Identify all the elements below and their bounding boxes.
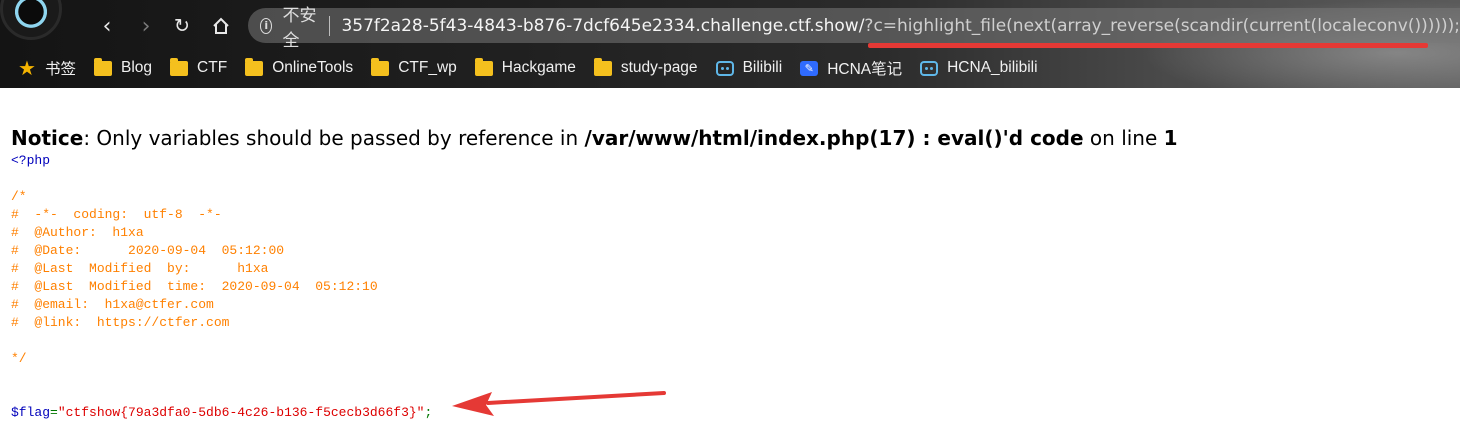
- bookmark-label: HCNA_bilibili: [947, 59, 1038, 76]
- url-query-underline-annotation: [868, 43, 1428, 48]
- bookmark-ctf[interactable]: CTF: [170, 57, 228, 77]
- notice-line-number: 1: [1163, 126, 1178, 150]
- bookmark-label: study-page: [620, 59, 698, 76]
- statement-terminator: ;: [424, 405, 433, 420]
- bookmark-blog[interactable]: Blog: [94, 57, 153, 77]
- bookmark-hackgame[interactable]: Hackgame: [474, 57, 576, 77]
- notice-message: : Only variables should be passed by ref…: [83, 126, 585, 150]
- source-comment-line: # @Date: 2020-09-04 05:12:00: [11, 243, 285, 258]
- folder-icon: [94, 57, 113, 76]
- folder-icon: [245, 57, 264, 76]
- folder-icon: [170, 57, 189, 76]
- php-notice: Notice: Only variables should be passed …: [11, 124, 1451, 152]
- bookmark-bilibili[interactable]: Bilibili: [715, 59, 783, 77]
- source-comment-line: # @Last Modified time: 2020-09-04 05:12:…: [11, 279, 378, 294]
- bookmark-label: 书签: [45, 61, 77, 78]
- source-comment-line: /*: [11, 189, 27, 204]
- bookmark-label: CTF_wp: [398, 59, 457, 76]
- url-query[interactable]: ?c=highlight_file(next(array_reverse(sca…: [864, 16, 1460, 36]
- folder-icon: [593, 57, 612, 76]
- bilibili-icon: [920, 60, 939, 76]
- folder-icon: [371, 57, 390, 76]
- forward-arrow-icon: ›: [141, 13, 151, 39]
- forward-button[interactable]: ›: [131, 11, 161, 41]
- notice-path: /var/www/html/index.php(17) : eval()'d c…: [584, 126, 1084, 150]
- reload-button[interactable]: ↻: [167, 11, 197, 41]
- bookmark-label: HCNA笔记: [827, 61, 903, 78]
- address-separator: [328, 15, 330, 36]
- folder-icon: [474, 57, 493, 76]
- highlighted-source: <?php /* # -*- coding: utf-8 -*- # @Auth…: [11, 152, 1451, 422]
- php-open-tag: <?php: [11, 153, 51, 168]
- bookmark-label: Bilibili: [742, 59, 783, 76]
- back-button[interactable]: ‹: [92, 11, 122, 41]
- flag-value: "ctfshow{79a3dfa0-5db6-4c26-b136-f5cecb3…: [57, 405, 425, 420]
- bookmark-onlinetools[interactable]: OnlineTools: [245, 57, 354, 77]
- bookmark-label: Blog: [121, 59, 153, 76]
- bookmark-bookmarks[interactable]: ★ 书签: [18, 57, 76, 79]
- browser-chrome: ‹ › ↻ i 不安全 357f2a28-5f43-4843-b876-7dcf…: [0, 0, 1460, 88]
- flag-variable: $flag: [11, 405, 51, 420]
- note-icon: ✎: [800, 60, 819, 76]
- page-content: Notice: Only variables should be passed …: [11, 124, 1451, 422]
- bookmark-hcna-bilibili[interactable]: HCNA_bilibili: [920, 59, 1038, 77]
- bookmarks-bar: ★ 书签 Blog CTF OnlineTools CTF_wp Hackgam…: [0, 53, 1460, 83]
- back-arrow-icon: ‹: [102, 13, 112, 39]
- security-label[interactable]: 不安全: [282, 1, 320, 51]
- bookmark-study-page[interactable]: study-page: [593, 57, 698, 77]
- bookmark-label: OnlineTools: [272, 59, 354, 76]
- assign-operator: =: [50, 405, 58, 420]
- bookmark-label: Hackgame: [501, 59, 576, 76]
- source-comment-line: # @link: https://ctfer.com: [11, 315, 230, 330]
- notice-line-text: on line: [1083, 126, 1164, 150]
- bookmark-label: CTF: [197, 59, 228, 76]
- source-comment-line: */: [11, 351, 27, 366]
- home-button[interactable]: [206, 11, 236, 41]
- site-info-icon[interactable]: i: [260, 17, 273, 34]
- source-comment-line: # @email: h1xa@ctfer.com: [11, 297, 214, 312]
- star-icon: ★: [18, 55, 36, 80]
- source-comment-line: # @Author: h1xa: [11, 225, 144, 240]
- source-comment-line: # -*- coding: utf-8 -*-: [11, 207, 222, 222]
- profile-avatar-icon[interactable]: [0, 0, 62, 40]
- home-icon: [213, 17, 229, 34]
- url-host[interactable]: 357f2a28-5f43-4843-b876-7dcf645e2334.cha…: [341, 16, 864, 36]
- source-comment-line: # @Last Modified by: h1xa: [11, 261, 269, 276]
- bookmark-hcna-notes[interactable]: ✎ HCNA笔记: [800, 57, 902, 79]
- bookmark-ctf-wp[interactable]: CTF_wp: [371, 57, 457, 77]
- notice-label: Notice: [11, 126, 84, 150]
- address-bar[interactable]: i 不安全 357f2a28-5f43-4843-b876-7dcf645e23…: [248, 6, 1460, 51]
- bilibili-icon: [715, 60, 734, 76]
- flag-pointer-arrow-icon: [452, 391, 666, 416]
- reload-icon: ↻: [174, 15, 190, 37]
